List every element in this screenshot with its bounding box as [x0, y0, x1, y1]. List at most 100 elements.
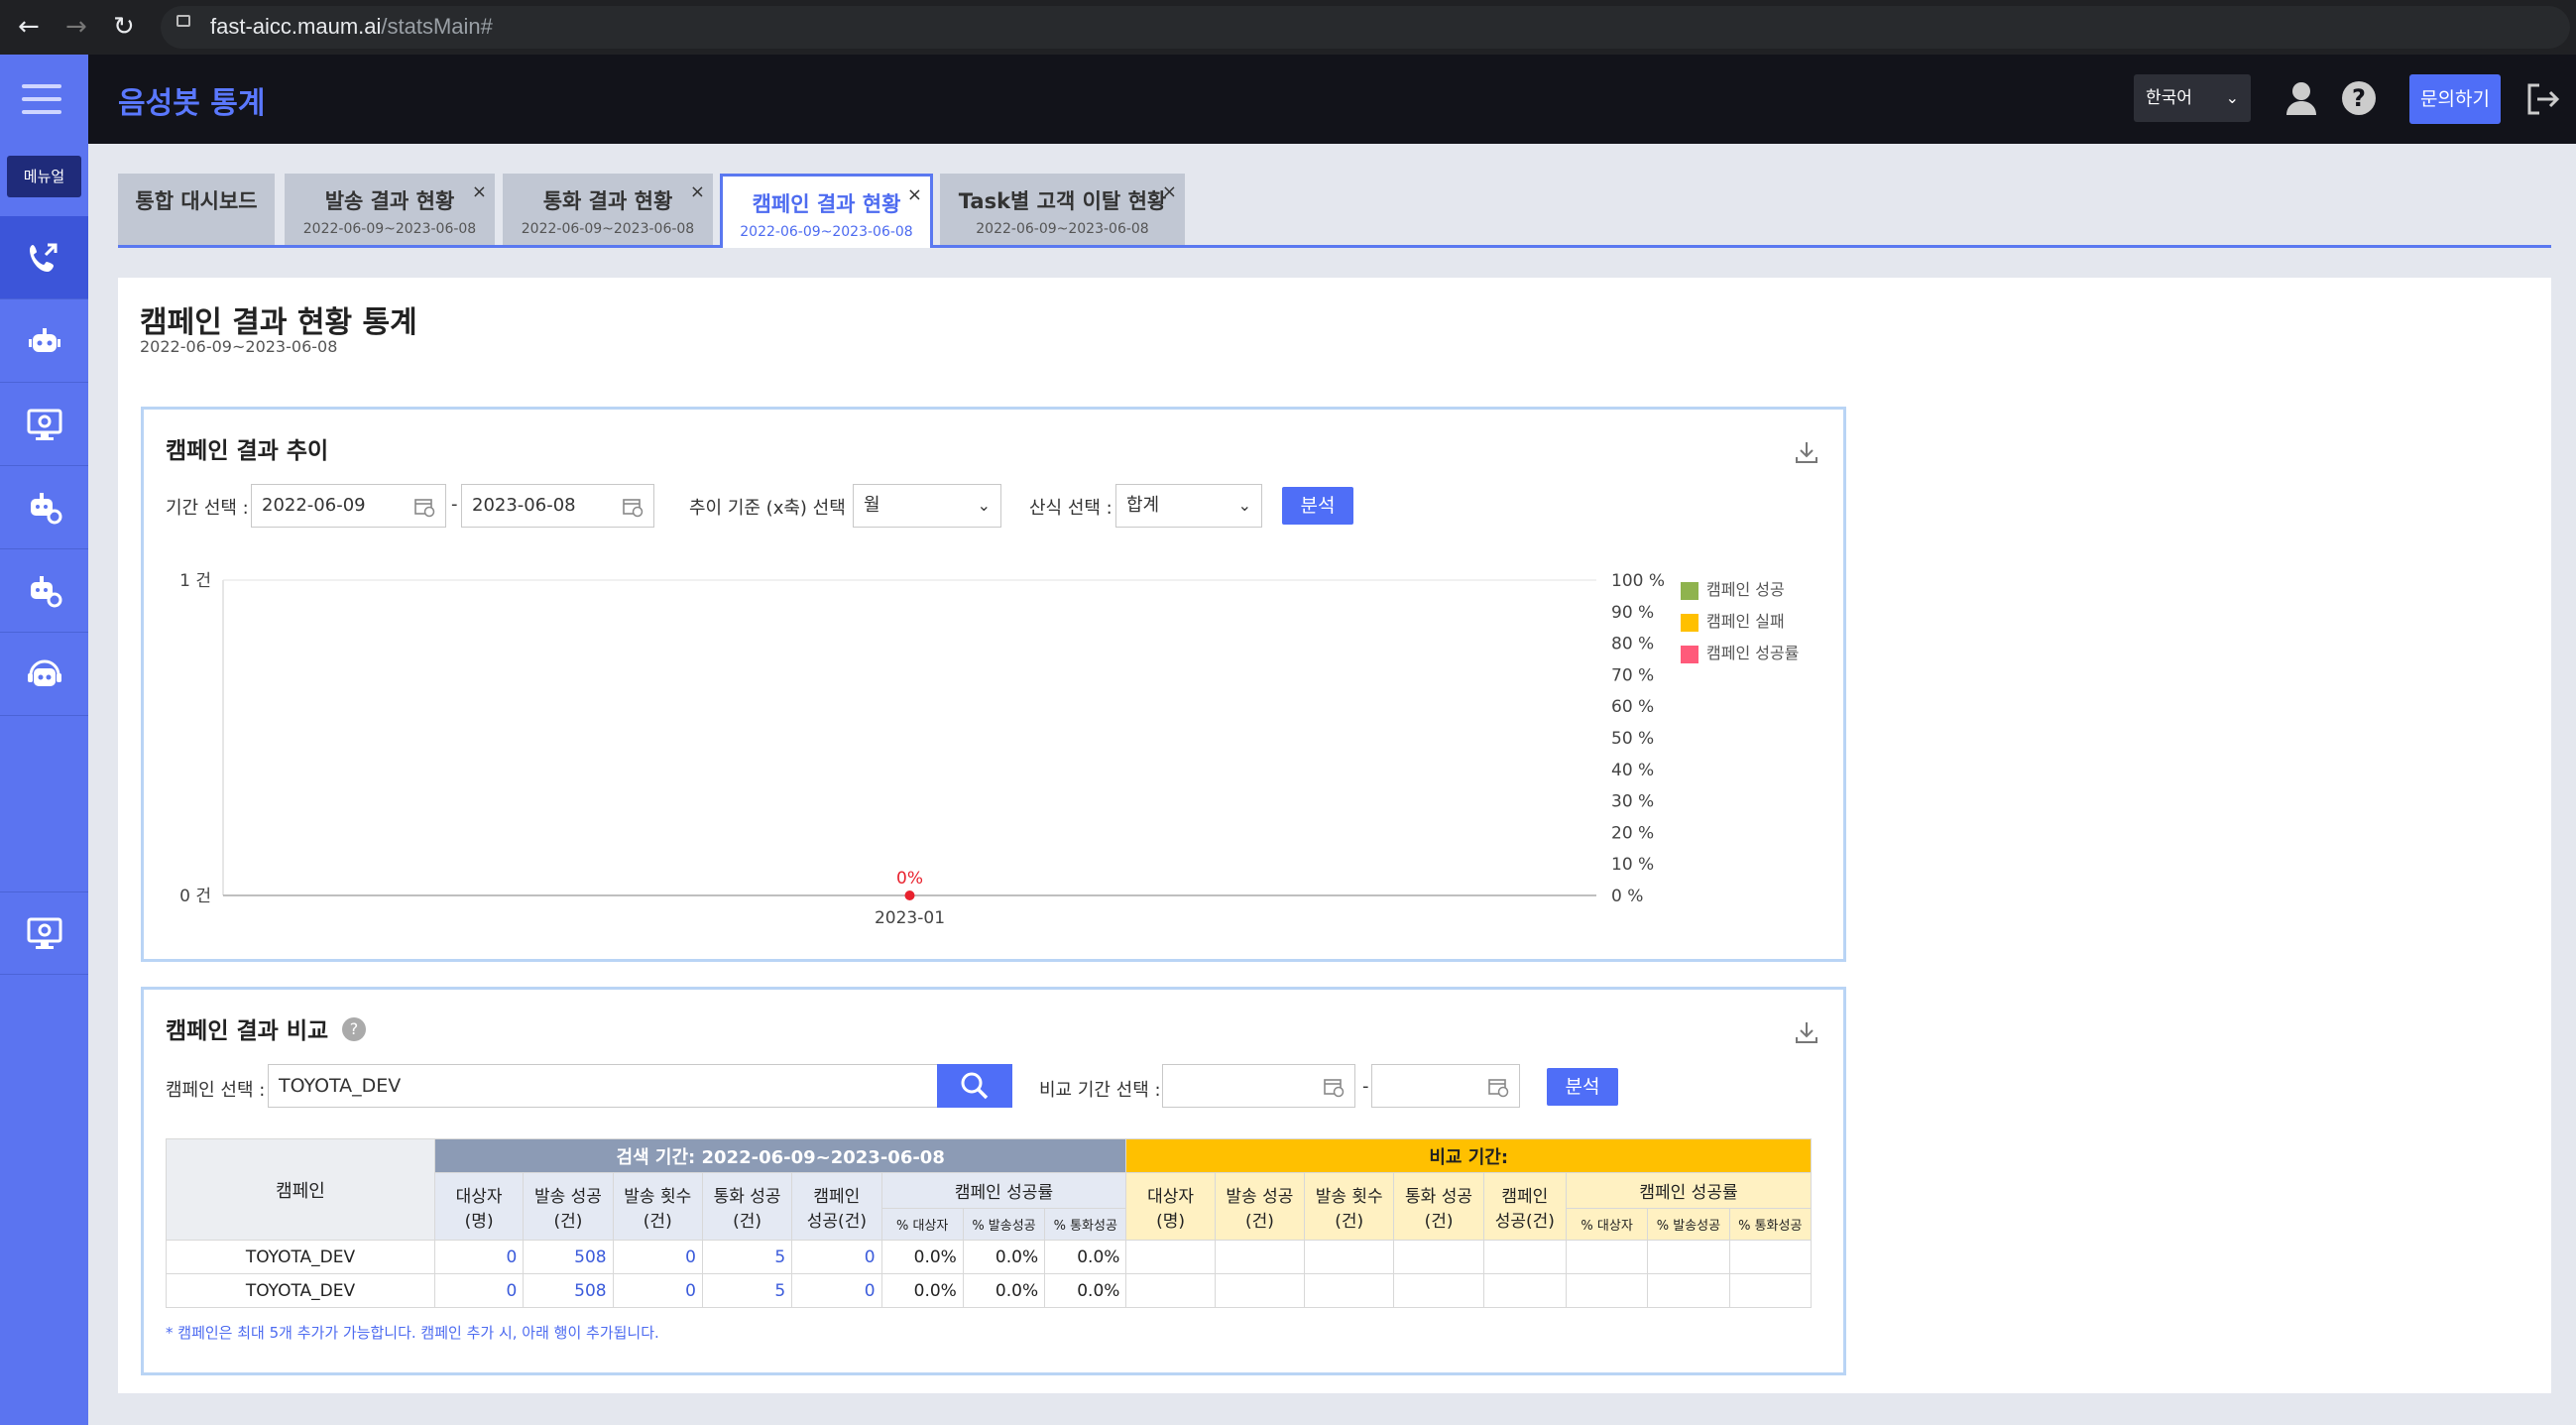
- tab-label: 통화 결과 현황: [542, 189, 673, 213]
- help-icon[interactable]: ?: [342, 1017, 366, 1041]
- language-select[interactable]: 한국어 ⌄: [2134, 74, 2251, 122]
- campaign-input[interactable]: TOYOTA_DEV: [268, 1064, 940, 1108]
- search-button[interactable]: [937, 1064, 1012, 1108]
- period-label: 기간 선택 :: [166, 498, 249, 519]
- download-icon[interactable]: [1794, 439, 1819, 469]
- robot-gear-icon: [30, 492, 61, 524]
- value-cell[interactable]: 0: [612, 1240, 703, 1274]
- value-cell[interactable]: 5: [701, 1240, 793, 1274]
- download-icon[interactable]: [1794, 1019, 1819, 1049]
- data-label: 0%: [896, 869, 923, 889]
- analyze-button[interactable]: 분석: [1282, 487, 1353, 525]
- tab-campaign-result[interactable]: 캠페인 결과 현황 2022-06-09~2023-06-08 ×: [720, 174, 933, 248]
- empty-cell: [1647, 1273, 1730, 1308]
- sidebar-item-bot-config[interactable]: [0, 549, 88, 633]
- empty-cell: [1728, 1240, 1813, 1274]
- calendar-icon[interactable]: [622, 496, 644, 518]
- inquiry-button[interactable]: 문의하기: [2409, 74, 2501, 124]
- value-cell[interactable]: 0: [433, 1273, 525, 1308]
- table-row: TOYOTA_DEV 0 508 0 5 0 0.0% 0.0% 0.0%: [166, 1273, 1813, 1308]
- y-right-tick-label: 40 %: [1611, 761, 1654, 780]
- logout-icon[interactable]: [2525, 82, 2561, 120]
- close-icon[interactable]: ×: [1162, 181, 1177, 202]
- top-header: 음성봇 통계 한국어 ⌄ ? 문의하기: [88, 55, 2576, 144]
- value-cell[interactable]: 5: [701, 1273, 793, 1308]
- compare-title: 캠페인 결과 비교: [166, 1018, 329, 1044]
- hamburger-menu-icon[interactable]: [22, 84, 61, 114]
- manual-button[interactable]: 메뉴얼: [7, 156, 81, 197]
- empty-cell: [1647, 1240, 1730, 1274]
- close-icon[interactable]: ×: [690, 181, 705, 202]
- sidebar-item-system-settings[interactable]: [0, 891, 88, 975]
- chevron-down-icon: ⌄: [2225, 88, 2239, 107]
- reload-icon[interactable]: ↻: [113, 12, 135, 42]
- close-icon[interactable]: ×: [907, 184, 922, 205]
- compare-analyze-button[interactable]: 분석: [1547, 1068, 1618, 1106]
- empty-cell: [1125, 1240, 1216, 1274]
- close-icon[interactable]: ×: [472, 181, 487, 202]
- robot-gear-icon: [30, 575, 61, 607]
- empty-cell: [1482, 1273, 1567, 1308]
- sidebar-item-bot[interactable]: [0, 299, 88, 383]
- tab-date: 2022-06-09~2023-06-08: [521, 221, 695, 237]
- data-point: [904, 891, 915, 900]
- sidebar-item-agent[interactable]: [0, 633, 88, 716]
- calendar-icon[interactable]: [1487, 1076, 1509, 1098]
- chevron-down-icon: ⌄: [977, 496, 991, 515]
- date-separator: -: [1362, 1076, 1369, 1097]
- value-cell[interactable]: 0: [791, 1240, 882, 1274]
- trend-chart: 1 건 0 건 100 % 90 % 80 % 70 % 60 % 50 % 40 % 30 % 2…: [179, 571, 1665, 928]
- empty-cell: [1728, 1273, 1813, 1308]
- campaign-col-header: 캠페인: [166, 1138, 435, 1241]
- y-right-tick-label: 50 %: [1611, 729, 1654, 749]
- tab-label: Task별 고객 이탈 현황: [958, 189, 1167, 213]
- back-arrow-icon[interactable]: ←: [18, 12, 40, 42]
- tab-call-result[interactable]: 통화 결과 현황 2022-06-09~2023-06-08 ×: [503, 174, 713, 245]
- axis-select[interactable]: 월 ⌄: [853, 484, 1001, 528]
- tab-task-churn[interactable]: Task별 고객 이탈 현황 2022-06-09~2023-06-08 ×: [940, 174, 1185, 245]
- sidebar-item-call-stats[interactable]: [0, 216, 88, 299]
- date-separator: -: [451, 494, 458, 515]
- tab-dashboard[interactable]: 통합 대시보드: [118, 174, 275, 245]
- tab-send-result[interactable]: 발송 결과 현황 2022-06-09~2023-06-08 ×: [285, 174, 495, 245]
- y-right-tick-label: 30 %: [1611, 792, 1654, 812]
- forward-arrow-icon[interactable]: →: [65, 12, 87, 42]
- empty-cell: [1565, 1273, 1649, 1308]
- start-date-input[interactable]: 2022-06-09: [251, 484, 446, 528]
- formula-select[interactable]: 합계 ⌄: [1115, 484, 1262, 528]
- trend-title: 캠페인 결과 추이: [166, 438, 329, 464]
- rate-cell: 0.0%: [880, 1273, 964, 1308]
- value-cell[interactable]: 0: [612, 1273, 703, 1308]
- help-icon[interactable]: ?: [2342, 81, 2376, 115]
- value-cell[interactable]: 508: [523, 1240, 614, 1274]
- col-header: 발송 성공 (건): [523, 1172, 614, 1241]
- rate-col-header: % 대상자: [1565, 1208, 1649, 1241]
- lock-icon: [176, 15, 190, 27]
- calendar-icon[interactable]: [1323, 1076, 1345, 1098]
- empty-cell: [1393, 1240, 1484, 1274]
- table-note: * 캠페인은 최대 5개 추가가 가능합니다. 캠페인 추가 시, 아래 행이 …: [166, 1324, 659, 1342]
- search-icon: [961, 1072, 989, 1100]
- empty-cell: [1214, 1240, 1306, 1274]
- sidebar-item-monitor-settings[interactable]: [0, 383, 88, 466]
- value-cell[interactable]: 0: [433, 1240, 525, 1274]
- value-cell[interactable]: 508: [523, 1273, 614, 1308]
- end-date-input[interactable]: 2023-06-08: [461, 484, 654, 528]
- compare-start-date-input[interactable]: [1162, 1064, 1355, 1108]
- browser-toolbar: ← → ↻ fast-aicc.maum.ai/statsMain#: [0, 0, 2576, 55]
- robot-icon: [28, 327, 60, 352]
- calendar-icon[interactable]: [413, 496, 435, 518]
- rate-cell: 0.0%: [962, 1240, 1046, 1274]
- rate-col-header: % 발송성공: [962, 1208, 1046, 1241]
- monitor-gear-icon: [27, 917, 61, 949]
- compare-end-date-input[interactable]: [1371, 1064, 1520, 1108]
- user-icon[interactable]: [2284, 80, 2318, 120]
- value-cell[interactable]: 0: [791, 1273, 882, 1308]
- empty-cell: [1393, 1273, 1484, 1308]
- address-bar[interactable]: [161, 6, 2570, 49]
- empty-cell: [1304, 1240, 1395, 1274]
- sidebar: 메뉴얼: [0, 55, 88, 1425]
- col-header: 대상자 (명): [433, 1172, 525, 1241]
- y-right-tick-label: 10 %: [1611, 855, 1654, 875]
- sidebar-item-bot-settings[interactable]: [0, 466, 88, 549]
